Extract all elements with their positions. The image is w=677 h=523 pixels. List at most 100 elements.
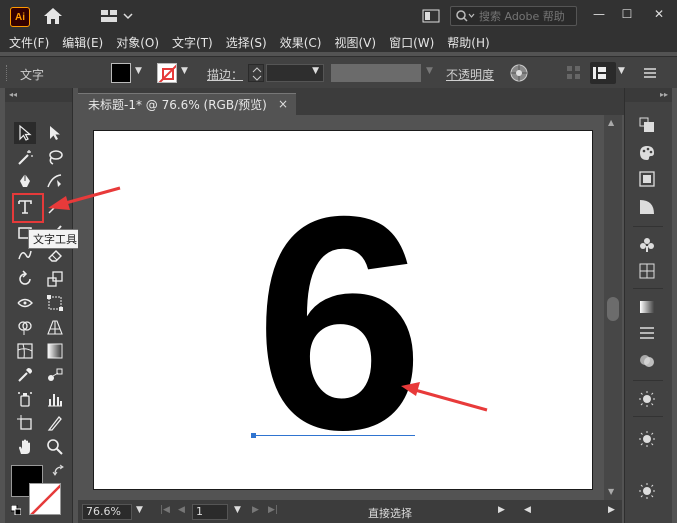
artboard-number-field[interactable]: 1 <box>192 504 228 520</box>
scroll-right-icon[interactable]: ▶ <box>608 505 615 515</box>
lasso-tool-icon[interactable] <box>44 146 66 168</box>
menu-type[interactable]: 文字(T) <box>172 34 213 51</box>
transparency-icon[interactable] <box>636 350 658 372</box>
transform-icon[interactable] <box>590 62 616 84</box>
right-panel-dock: ▸▸ <box>624 88 672 523</box>
status-current-tool[interactable]: 直接选择 <box>368 505 412 521</box>
stroke-swatch[interactable] <box>157 63 177 83</box>
swap-fill-stroke-icon[interactable] <box>52 464 66 478</box>
chevron-down-icon[interactable]: ▼ <box>135 66 147 78</box>
tab-strip-empty <box>296 93 624 115</box>
arrange-documents-icon[interactable] <box>422 8 440 24</box>
vertical-scrollbar[interactable]: ▲ ▼ <box>604 115 622 500</box>
symbol-sprayer-tool-icon[interactable] <box>14 388 36 410</box>
zoom-level-field[interactable]: 76.6% <box>82 504 132 520</box>
width-tool-icon[interactable] <box>14 292 36 314</box>
menu-file[interactable]: 文件(F) <box>9 34 49 51</box>
gradient-tool-icon[interactable] <box>44 340 66 362</box>
swatches-grid-icon[interactable] <box>636 260 658 282</box>
artboard-tool-icon[interactable] <box>14 412 36 434</box>
artboard-text-six[interactable]: 6 <box>255 172 424 476</box>
chevron-down-icon[interactable]: ▼ <box>234 505 241 515</box>
scroll-down-icon[interactable]: ▼ <box>608 487 614 496</box>
stroke-lines-icon[interactable] <box>636 322 658 344</box>
shape-builder-tool-icon[interactable] <box>14 316 36 338</box>
help-search[interactable] <box>450 6 577 26</box>
rotate-tool-icon[interactable] <box>14 268 36 290</box>
context-label: 文字 <box>20 68 45 82</box>
chevron-down-icon[interactable]: ▼ <box>426 66 438 78</box>
symbols-icon[interactable] <box>636 234 658 256</box>
line-segment-tool-icon[interactable] <box>44 196 66 218</box>
brightness-icon[interactable] <box>636 480 658 502</box>
status-menu-icon[interactable]: ▶ <box>498 505 505 515</box>
menu-effect[interactable]: 效果(C) <box>280 34 322 51</box>
direct-selection-tool-icon[interactable] <box>44 122 66 144</box>
next-artboard-icon[interactable]: ▶ <box>252 505 259 515</box>
color-palette-icon[interactable] <box>636 142 658 164</box>
default-fill-stroke-icon[interactable] <box>10 504 22 516</box>
brightness-icon[interactable] <box>636 428 658 450</box>
expand-panels-icon[interactable]: ▸▸ <box>625 88 672 102</box>
minimize-button[interactable]: — <box>588 4 610 24</box>
menu-view[interactable]: 视图(V) <box>334 34 376 51</box>
scale-tool-icon[interactable] <box>44 268 66 290</box>
menu-select[interactable]: 选择(S) <box>226 34 267 51</box>
fill-swatch[interactable] <box>111 63 131 83</box>
stroke-color-box[interactable] <box>29 483 61 515</box>
hand-tool-icon[interactable] <box>14 436 36 458</box>
panel-menu-icon[interactable] <box>643 66 657 80</box>
text-anchor-point[interactable] <box>251 433 256 438</box>
scroll-up-icon[interactable]: ▲ <box>608 118 614 127</box>
chevron-down-icon[interactable]: ▼ <box>618 66 630 78</box>
panel-divider <box>633 226 663 227</box>
chevron-down-icon[interactable]: ▼ <box>136 505 143 515</box>
selection-tool-icon[interactable] <box>14 122 36 144</box>
chevron-down-icon[interactable]: ▼ <box>312 66 319 76</box>
close-button[interactable]: ✕ <box>648 4 670 24</box>
control-bar: 文字 ▼ ▼ 描边： ▼ ▼ 不透明度 ▼ <box>0 56 677 88</box>
menu-window[interactable]: 窗口(W) <box>389 34 434 51</box>
pen-tool-icon[interactable] <box>14 170 36 192</box>
color-guide-icon[interactable] <box>636 168 658 190</box>
free-transform-tool-icon[interactable] <box>44 292 66 314</box>
variable-width-profile[interactable] <box>331 64 421 82</box>
close-tab-icon[interactable]: × <box>278 97 288 111</box>
menu-object[interactable]: 对象(O) <box>116 34 159 51</box>
curvature-tool-icon[interactable] <box>44 170 66 192</box>
perspective-grid-tool-icon[interactable] <box>44 316 66 338</box>
magic-wand-tool-icon[interactable] <box>14 146 36 168</box>
menu-edit[interactable]: 编辑(E) <box>62 34 103 51</box>
first-artboard-icon[interactable]: |◀ <box>160 505 170 515</box>
mesh-tool-icon[interactable] <box>14 340 36 362</box>
scrollbar-thumb[interactable] <box>607 297 619 321</box>
workspace-layout-icon[interactable] <box>100 8 134 24</box>
home-icon[interactable] <box>42 6 64 26</box>
slice-tool-icon[interactable] <box>44 412 66 434</box>
zoom-tool-icon[interactable] <box>44 436 66 458</box>
status-bar: 76.6% ▼ |◀ ◀ 1 ▼ ▶ ▶| 直接选择 ▶ ◀ ▶ <box>78 500 622 523</box>
eyedropper-tool-icon[interactable] <box>14 364 36 386</box>
stroke-weight-stepper[interactable] <box>248 64 264 82</box>
chevron-down-icon[interactable]: ▼ <box>181 66 193 78</box>
column-graph-tool-icon[interactable] <box>44 388 66 410</box>
align-icon[interactable] <box>566 65 582 81</box>
last-artboard-icon[interactable]: ▶| <box>268 505 278 515</box>
layers-icon[interactable] <box>636 114 658 136</box>
search-icon <box>456 10 475 22</box>
recolor-artwork-icon[interactable] <box>509 63 529 83</box>
maximize-button[interactable]: ☐ <box>616 4 638 24</box>
brightness-icon[interactable] <box>636 388 658 410</box>
panel-grip[interactable] <box>6 65 9 81</box>
stroke-weight-input[interactable]: ▼ <box>266 64 324 82</box>
document-tab[interactable]: 未标题-1* @ 76.6% (RGB/预览) × <box>78 93 296 115</box>
search-input[interactable] <box>479 9 569 23</box>
collapse-panel-icon[interactable]: ◂◂ <box>5 88 72 102</box>
scroll-left-icon[interactable]: ◀ <box>524 505 531 515</box>
blend-tool-icon[interactable] <box>44 364 66 386</box>
gradient-swatch-icon[interactable] <box>636 196 658 218</box>
opacity-label[interactable]: 不透明度 <box>446 66 494 83</box>
appearance-gradient-icon[interactable] <box>636 296 658 318</box>
menu-help[interactable]: 帮助(H) <box>447 34 489 51</box>
previous-artboard-icon[interactable]: ◀ <box>178 505 185 515</box>
